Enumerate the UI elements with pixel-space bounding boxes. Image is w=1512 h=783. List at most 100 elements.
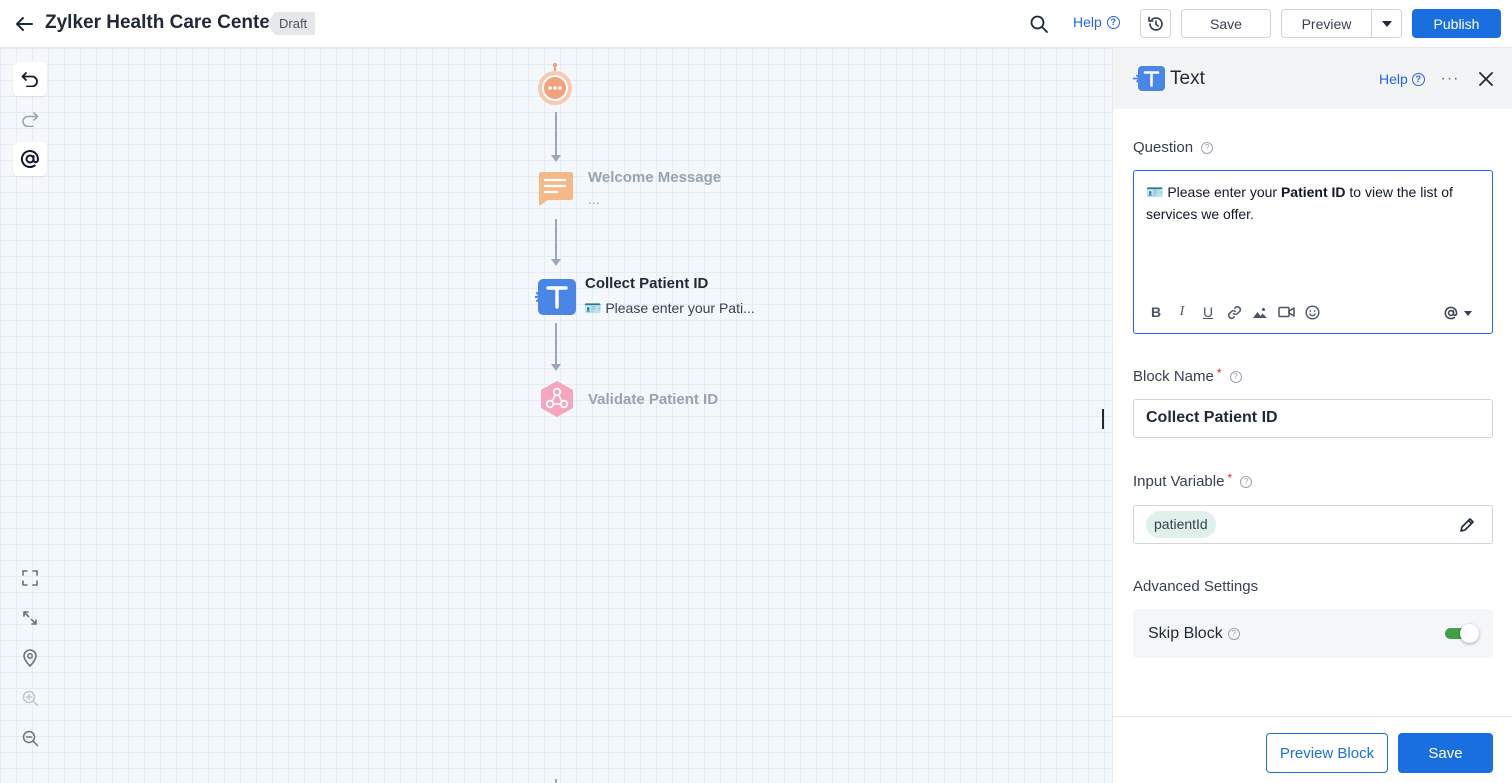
panel-footer: Preview Block Save <box>1113 716 1512 783</box>
skip-block-toggle[interactable] <box>1445 624 1479 643</box>
search-icon[interactable] <box>1027 12 1051 36</box>
required-marker: * <box>1216 365 1222 380</box>
image-icon[interactable] <box>1250 302 1270 322</box>
connector-line <box>555 779 557 783</box>
help-link[interactable]: Help ? <box>1073 14 1120 30</box>
bold-icon[interactable]: B <box>1146 302 1166 322</box>
video-icon[interactable] <box>1276 302 1296 322</box>
caret-down-icon <box>1381 20 1392 27</box>
variable-chip: patientId <box>1146 511 1216 538</box>
redo-button[interactable] <box>13 102 47 136</box>
block-settings-panel: Text Help ? ··· Question ? 🪪 Please ente… <box>1112 48 1512 783</box>
history-button[interactable] <box>1140 9 1171 38</box>
required-marker: * <box>1227 470 1233 485</box>
link-icon[interactable] <box>1224 302 1244 322</box>
input-variable-label: Input Variable * ? <box>1133 470 1253 490</box>
info-icon[interactable]: ? <box>1229 370 1242 383</box>
connector-line <box>555 112 557 156</box>
skip-block-label: Skip Block ? <box>1148 625 1240 643</box>
text-block-icon[interactable] <box>531 278 578 316</box>
preview-dropdown-button[interactable] <box>1371 9 1402 38</box>
italic-icon[interactable]: I <box>1172 302 1192 322</box>
zoom-out-icon <box>22 730 38 746</box>
input-variable-field[interactable]: patientId <box>1133 505 1493 544</box>
block-name-label-text: Block Name <box>1133 368 1214 385</box>
panel-title: Text <box>1170 68 1205 89</box>
node-title[interactable]: Collect Patient ID <box>585 275 708 292</box>
panel-header: Text Help ? ··· <box>1113 48 1512 109</box>
help-circle-icon: ? <box>1411 72 1425 86</box>
advanced-settings-heading: Advanced Settings <box>1133 578 1259 595</box>
question-text-bold: Patient ID <box>1280 184 1346 200</box>
preview-button[interactable]: Preview <box>1281 9 1371 38</box>
node-title[interactable]: Validate Patient ID <box>588 391 718 408</box>
back-arrow-icon[interactable] <box>12 12 36 36</box>
save-block-button[interactable]: Save <box>1398 733 1493 773</box>
zoom-in-icon <box>22 690 38 706</box>
info-icon[interactable]: ? <box>1227 628 1240 640</box>
help-label: Help <box>1379 71 1408 87</box>
redo-icon <box>22 112 39 127</box>
undo-icon <box>21 72 38 87</box>
text-block-icon <box>1132 66 1165 91</box>
webhook-block-icon[interactable] <box>538 380 576 418</box>
history-icon <box>1147 16 1163 31</box>
question-label-text: Question <box>1133 139 1194 156</box>
preview-block-button[interactable]: Preview Block <box>1266 733 1388 773</box>
flow-canvas[interactable]: Welcome Message ... Collect Patient ID 🪪… <box>0 48 1112 783</box>
question-text-prefix: 🪪 Please enter your <box>1146 184 1281 200</box>
fit-screen-button[interactable] <box>13 561 47 595</box>
help-label: Help <box>1073 14 1102 30</box>
bot-title: Zylker Health Care Center <box>45 12 278 33</box>
help-circle-icon: ? <box>1106 15 1120 29</box>
node-subtitle: 🪪 Please enter your Pati... <box>584 300 755 316</box>
underline-icon[interactable]: U <box>1198 302 1218 322</box>
mention-variables-button[interactable] <box>13 142 47 176</box>
connector-arrow <box>551 364 561 371</box>
skip-block-row: Skip Block ? <box>1133 609 1493 658</box>
at-sign-icon <box>20 150 39 168</box>
insert-variable-dropdown[interactable] <box>1436 302 1480 324</box>
connector-arrow <box>551 155 561 162</box>
panel-help-link[interactable]: Help ? <box>1379 71 1425 87</box>
pencil-icon[interactable] <box>1456 514 1478 536</box>
info-icon[interactable]: ? <box>1240 475 1253 488</box>
question-text[interactable]: 🪪 Please enter your Patient ID to view t… <box>1146 181 1476 225</box>
block-name-label: Block Name * ? <box>1133 365 1242 385</box>
expand-button[interactable] <box>13 601 47 635</box>
locate-button[interactable] <box>13 641 47 675</box>
connector-line <box>555 219 557 260</box>
zoom-in-button[interactable] <box>13 681 47 715</box>
close-icon[interactable] <box>1474 67 1498 91</box>
info-icon[interactable]: ? <box>1201 141 1214 154</box>
bot-start-icon <box>538 62 572 105</box>
publish-button[interactable]: Publish <box>1412 9 1501 38</box>
caret-down-icon <box>1464 310 1472 316</box>
message-block-icon[interactable] <box>538 170 576 208</box>
save-button[interactable]: Save <box>1181 9 1271 38</box>
location-pin-icon <box>23 649 37 667</box>
zoom-out-button[interactable] <box>13 721 47 755</box>
node-title[interactable]: Welcome Message <box>588 169 721 186</box>
expand-icon <box>23 611 37 625</box>
block-name-field[interactable]: Collect Patient ID <box>1133 399 1493 438</box>
block-name-value: Collect Patient ID <box>1146 409 1278 426</box>
at-sign-icon <box>1444 306 1458 320</box>
connector-arrow <box>551 259 561 266</box>
input-variable-label-text: Input Variable <box>1133 473 1225 490</box>
question-editor[interactable]: 🪪 Please enter your Patient ID to view t… <box>1133 170 1493 334</box>
top-bar: Zylker Health Care Center Draft Help ? S… <box>0 0 1512 48</box>
formatting-toolbar: B I U <box>1146 302 1322 322</box>
skip-block-label-text: Skip Block <box>1148 625 1223 642</box>
fit-screen-icon <box>22 570 38 586</box>
question-label: Question ? <box>1133 139 1214 156</box>
toggle-knob <box>1460 624 1479 643</box>
node-subtitle: ... <box>588 191 600 207</box>
connector-line <box>555 323 557 365</box>
start-node[interactable] <box>536 62 574 106</box>
more-options-icon[interactable]: ··· <box>1438 67 1462 91</box>
emoji-icon[interactable] <box>1302 302 1322 322</box>
panel-resize-handle[interactable] <box>1102 409 1104 429</box>
status-badge: Draft <box>267 12 316 35</box>
undo-button[interactable] <box>13 62 47 96</box>
